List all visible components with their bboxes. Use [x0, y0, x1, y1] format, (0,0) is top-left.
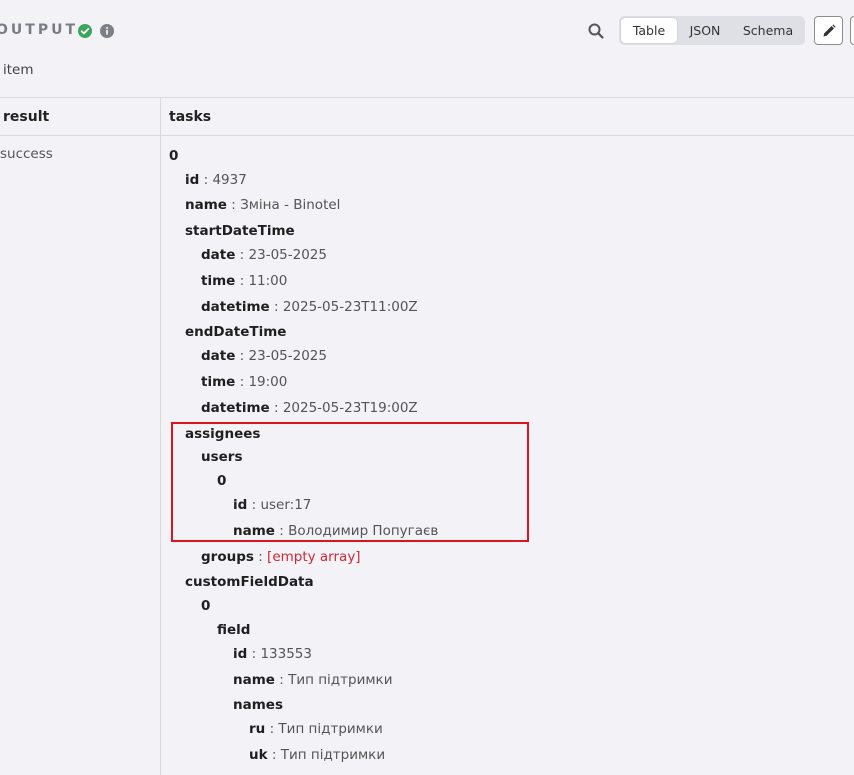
tree-key: id: [233, 646, 248, 662]
tree-separator: :: [265, 721, 279, 737]
tree-value: 11:00: [248, 273, 288, 289]
tree-node: endDateTime: [185, 323, 286, 341]
table-header-divider: [0, 135, 854, 136]
output-title: OUTPUT: [0, 22, 78, 38]
tree-node: date : 23-05-2025: [201, 347, 327, 365]
tree-node: time : 11:00: [201, 272, 287, 290]
tree-node: time : 19:00: [201, 373, 287, 391]
tree-key: field: [217, 622, 251, 638]
tree-separator: :: [267, 747, 281, 763]
tab-table[interactable]: Table: [621, 18, 677, 43]
tree-separator: :: [199, 172, 213, 188]
tree-key: datetime: [201, 400, 270, 416]
tree-separator: :: [235, 348, 249, 364]
tree-node: id : 4937: [185, 171, 247, 189]
more-options-button[interactable]: [850, 16, 854, 45]
tree-node: names: [233, 696, 283, 714]
tree-key: name: [185, 197, 227, 213]
table-top-divider: [0, 97, 854, 98]
tree-value: 4937: [212, 172, 247, 188]
tree-node: id : 133553: [233, 645, 312, 663]
tree-separator: :: [253, 549, 268, 565]
view-mode-toggle: Table JSON Schema: [619, 16, 805, 45]
tree-node: date : 23-05-2025: [201, 246, 327, 264]
tree-node: startDateTime: [185, 222, 295, 240]
tree-key: date: [201, 247, 236, 263]
tree-node: 0: [169, 147, 178, 165]
tree-key: 0: [201, 598, 211, 614]
output-header: OUTPUT Table JSON Schema: [0, 0, 854, 62]
tree-key: customFieldData: [185, 574, 314, 590]
tree-key: date: [201, 348, 236, 364]
assignees-highlight-box: [171, 422, 529, 542]
tree-node: uk : Тип підтримки: [249, 746, 385, 764]
tree-value: Зміна - Binotel: [240, 197, 341, 213]
tree-key: name: [233, 672, 275, 688]
tree-key: uk: [249, 747, 268, 763]
tree-node: name : Тип підтримки: [233, 671, 392, 689]
tree-value: 23-05-2025: [248, 247, 327, 263]
tree-value: 2025-05-23T19:00Z: [282, 400, 418, 416]
tree-value: 19:00: [248, 374, 288, 390]
edit-output-button[interactable]: [814, 16, 843, 45]
result-cell: success: [0, 146, 53, 162]
tree-value: Тип підтримки: [278, 721, 383, 737]
tree-separator: :: [235, 374, 249, 390]
success-check-icon: [78, 24, 92, 38]
tree-key: ru: [249, 721, 266, 737]
tree-key: id: [185, 172, 200, 188]
tree-separator: :: [274, 672, 289, 688]
tree-separator: :: [235, 247, 249, 263]
tree-separator: :: [269, 299, 283, 315]
tab-schema[interactable]: Schema: [733, 18, 803, 43]
tree-separator: :: [226, 197, 241, 213]
tree-key: names: [233, 697, 283, 713]
tree-value: 133553: [260, 646, 312, 662]
column-header-result: result: [3, 109, 50, 125]
tree-node: ru : Тип підтримки: [249, 720, 383, 738]
tree-separator: :: [235, 273, 249, 289]
search-icon[interactable]: [587, 22, 605, 40]
tree-empty-value: [empty array]: [267, 549, 361, 565]
tree-value: Тип підтримки: [280, 747, 386, 763]
info-icon[interactable]: [100, 24, 114, 38]
tree-node: 0: [201, 597, 210, 615]
tree-key: time: [201, 374, 236, 390]
tree-node: datetime : 2025-05-23T11:00Z: [201, 298, 418, 316]
tree-value: 23-05-2025: [248, 348, 327, 364]
tree-key: startDateTime: [185, 223, 295, 239]
tree-node: name : Зміна - Binotel: [185, 196, 340, 214]
tree-separator: :: [247, 646, 261, 662]
tree-key: endDateTime: [185, 324, 287, 340]
tree-separator: :: [269, 400, 283, 416]
tree-node: field: [217, 621, 250, 639]
column-divider: [160, 97, 161, 775]
tree-key: datetime: [201, 299, 270, 315]
tree-node: customFieldData: [185, 573, 314, 591]
tree-key: groups: [201, 549, 254, 565]
tree-value: Тип підтримки: [288, 672, 393, 688]
tree-key: 0: [169, 148, 179, 164]
tree-value: 2025-05-23T11:00Z: [282, 299, 418, 315]
tree-node: groups : [empty array]: [201, 548, 361, 566]
tab-json[interactable]: JSON: [677, 18, 733, 43]
tree-node: datetime : 2025-05-23T19:00Z: [201, 399, 418, 417]
column-header-tasks: tasks: [169, 109, 212, 125]
tree-key: time: [201, 273, 236, 289]
item-count: item: [3, 62, 34, 78]
pencil-icon: [823, 24, 836, 37]
